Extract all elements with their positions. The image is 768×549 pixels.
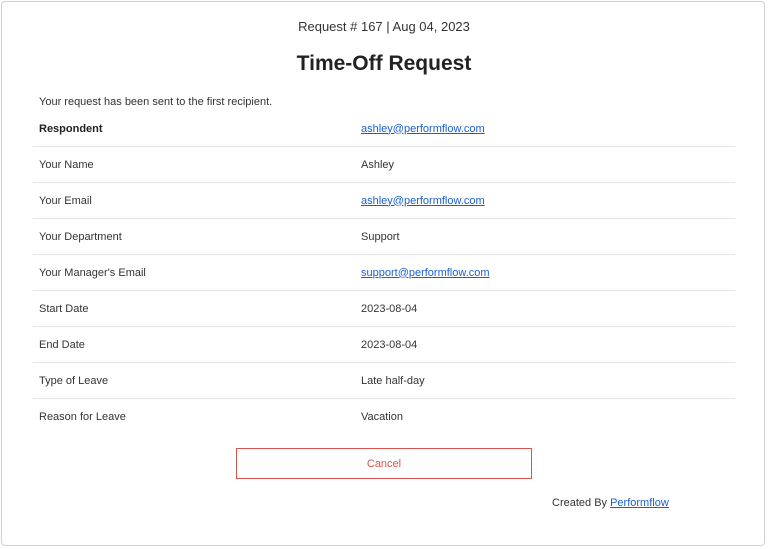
page-title: Time-Off Request [296,52,472,75]
request-details-table: Respondent ashley@performflow.com Your N… [33,111,735,434]
table-row: Your Name Ashley [33,147,735,183]
table-row: Your Email ashley@performflow.com [33,183,735,219]
field-label: Your Department [39,230,122,243]
performflow-link[interactable]: Performflow [610,497,669,509]
respondent-email-link[interactable]: ashley@performflow.com [361,123,485,135]
field-label: Start Date [39,302,89,315]
manager-email-link[interactable]: support@performflow.com [361,267,490,279]
table-row: Reason for Leave Vacation [33,399,735,434]
footer-prefix: Created By [552,497,611,509]
cancel-button[interactable]: Cancel [236,448,532,479]
table-row: Your Department Support [33,219,735,255]
table-row: End Date 2023-08-04 [33,327,735,363]
field-value: Late half-day [361,374,425,387]
field-label: Your Manager's Email [39,266,146,279]
field-value: 2023-08-04 [361,302,418,315]
field-value: Ashley [361,158,395,171]
field-label: Type of Leave [39,374,109,387]
field-label: Your Email [39,194,92,207]
field-value: 2023-08-04 [361,338,418,351]
table-row: Start Date 2023-08-04 [33,291,735,327]
status-notice: Your request has been sent to the first … [39,96,273,108]
footer-credit: Created By Performflow [552,497,669,509]
respondent-row: Respondent ashley@performflow.com [33,111,735,147]
field-label: Reason for Leave [39,410,126,423]
field-value: ashley@performflow.com [355,195,735,207]
email-link[interactable]: ashley@performflow.com [361,195,485,207]
table-row: Type of Leave Late half-day [33,363,735,399]
request-meta: Request # 167 | Aug 04, 2023 [298,19,470,34]
field-value: Vacation [361,410,403,423]
field-label: End Date [39,338,85,351]
respondent-label: Respondent [39,122,103,135]
field-value: Support [361,230,400,243]
respondent-value: ashley@performflow.com [355,123,735,135]
field-label: Your Name [39,158,94,171]
table-row: Your Manager's Email support@performflow… [33,255,735,291]
field-value: support@performflow.com [355,267,735,279]
